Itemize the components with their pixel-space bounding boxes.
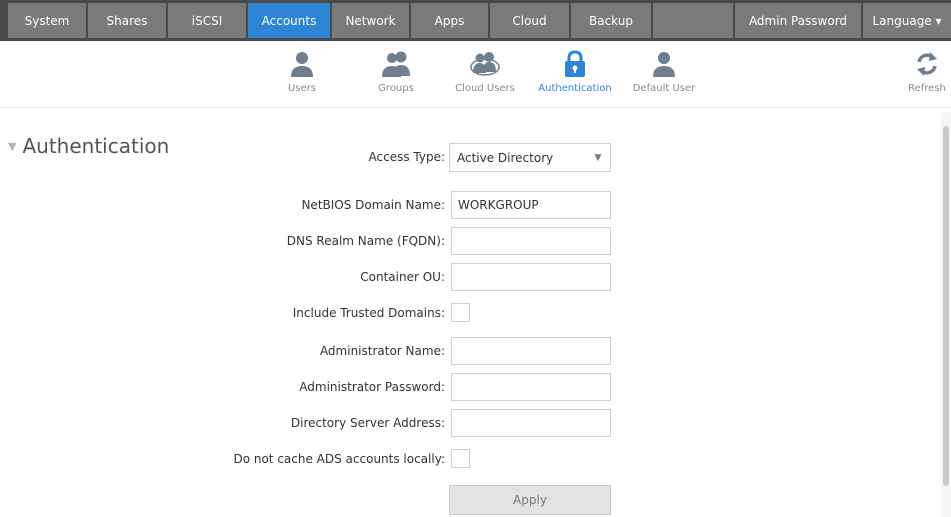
container-ou-label: Container OU: bbox=[360, 270, 445, 284]
no-cache-label: Do not cache ADS accounts locally: bbox=[233, 452, 445, 466]
accounts-toolbar: Users Groups Cloud Users Authentication … bbox=[0, 41, 951, 108]
subnav-label: Groups bbox=[378, 83, 414, 94]
trusted-domains-label: Include Trusted Domains: bbox=[292, 306, 445, 320]
refresh-label: Refresh bbox=[908, 83, 946, 94]
admin-name-input[interactable] bbox=[451, 337, 611, 365]
no-cache-checkbox[interactable] bbox=[451, 449, 470, 468]
tab-system[interactable]: System bbox=[8, 3, 86, 38]
subnav-default-user[interactable]: Default User bbox=[632, 49, 696, 101]
section-header[interactable]: ▼ Authentication bbox=[8, 134, 169, 158]
tab-shares[interactable]: Shares bbox=[88, 3, 166, 38]
tab-cloud[interactable]: Cloud bbox=[490, 3, 569, 38]
subnav-label: Cloud Users bbox=[455, 83, 515, 94]
top-nav: System Shares iSCSI Accounts Network App… bbox=[0, 0, 951, 41]
admin-name-label: Administrator Name: bbox=[319, 344, 445, 358]
refresh-icon bbox=[914, 49, 940, 79]
tab-apps[interactable]: Apps bbox=[411, 3, 488, 38]
language-menu[interactable]: Language ▾ bbox=[863, 3, 951, 38]
lock-icon bbox=[563, 49, 587, 79]
subnav-users[interactable]: Users bbox=[282, 49, 322, 101]
container-ou-input[interactable] bbox=[451, 263, 611, 291]
access-type-label: Access Type: bbox=[368, 150, 446, 164]
tab-backup[interactable]: Backup bbox=[571, 3, 651, 38]
netbios-label: NetBIOS Domain Name: bbox=[301, 198, 445, 212]
chevron-down-icon: ▼ bbox=[594, 152, 602, 163]
access-type-select[interactable]: Active Directory ▼ bbox=[449, 143, 611, 172]
default-user-icon bbox=[651, 49, 677, 79]
tab-network[interactable]: Network bbox=[332, 3, 409, 38]
subnav-groups[interactable]: Groups bbox=[372, 49, 420, 101]
admin-password-button[interactable]: Admin Password bbox=[735, 3, 861, 38]
apply-button[interactable]: Apply bbox=[449, 485, 611, 515]
cloud-users-icon bbox=[469, 49, 501, 79]
admin-password-label: Administrator Password: bbox=[299, 380, 445, 394]
subnav-label: Default User bbox=[632, 83, 696, 94]
user-icon bbox=[289, 49, 315, 79]
subnav-authentication[interactable]: Authentication bbox=[536, 49, 614, 101]
netbios-domain-input[interactable] bbox=[451, 191, 611, 219]
group-icon bbox=[381, 49, 411, 79]
access-type-value: Active Directory bbox=[457, 150, 554, 165]
tab-iscsi[interactable]: iSCSI bbox=[168, 3, 246, 38]
trusted-domains-checkbox[interactable] bbox=[451, 303, 470, 322]
subnav-label: Users bbox=[287, 83, 316, 94]
dir-server-label: Directory Server Address: bbox=[290, 416, 445, 430]
scrollbar[interactable] bbox=[941, 112, 951, 517]
dns-realm-label: DNS Realm Name (FQDN): bbox=[286, 234, 445, 248]
tab-spacer bbox=[653, 3, 733, 38]
scrollbar-thumb[interactable] bbox=[943, 126, 949, 486]
subnav-label: Authentication bbox=[538, 83, 612, 94]
collapse-triangle-icon[interactable]: ▼ bbox=[8, 140, 16, 153]
tab-accounts[interactable]: Accounts bbox=[248, 3, 330, 38]
dns-realm-input[interactable] bbox=[451, 227, 611, 255]
subnav-cloud-users[interactable]: Cloud Users bbox=[453, 49, 517, 101]
page-title: Authentication bbox=[22, 134, 170, 158]
admin-password-input[interactable] bbox=[451, 373, 611, 401]
dir-server-input[interactable] bbox=[451, 409, 611, 437]
refresh-button[interactable]: Refresh bbox=[905, 49, 949, 101]
